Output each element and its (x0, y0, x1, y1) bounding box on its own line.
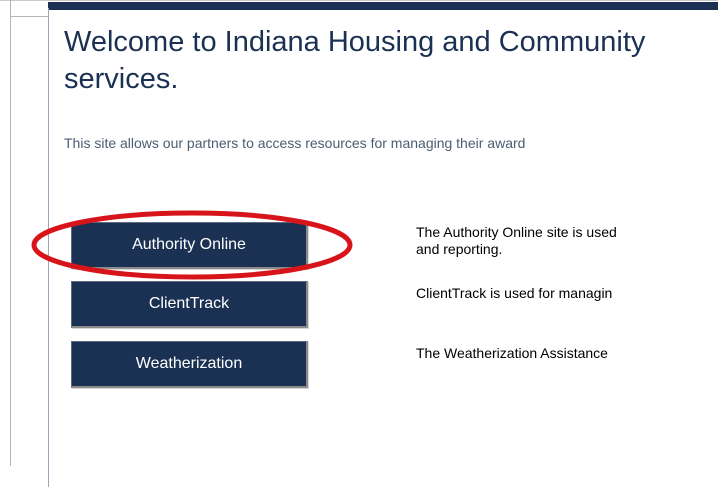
weatherization-description: The Weatherization Assistance (416, 345, 608, 361)
authority-online-description: The Authority Online site is used and re… (416, 224, 617, 258)
corner-divider (10, 16, 48, 17)
authority-online-button[interactable]: Authority Online (71, 222, 308, 269)
authority-online-button-label: Authority Online (132, 236, 246, 253)
page-title-line-2: services. (64, 63, 179, 95)
content-left-border (48, 8, 49, 487)
page-title: Welcome to Indiana Housing and Community… (64, 24, 718, 98)
header-bar (48, 2, 718, 10)
page-title-line-1: Welcome to Indiana Housing and Community (64, 26, 646, 58)
authority-online-description-line-1: The Authority Online site is used (416, 224, 617, 240)
weatherization-button[interactable]: Weatherization (71, 341, 308, 388)
clienttrack-button[interactable]: ClientTrack (71, 281, 308, 328)
frame-top-border (0, 0, 718, 1)
page: Welcome to Indiana Housing and Community… (0, 0, 718, 487)
outer-left-border (10, 0, 11, 466)
intro-text: This site allows our partners to access … (64, 135, 526, 151)
authority-online-description-line-2: and reporting. (416, 241, 503, 257)
clienttrack-button-label: ClientTrack (148, 295, 230, 312)
clienttrack-description: ClientTrack is used for managin (416, 285, 613, 301)
weatherization-button-label: Weatherization (135, 355, 243, 372)
